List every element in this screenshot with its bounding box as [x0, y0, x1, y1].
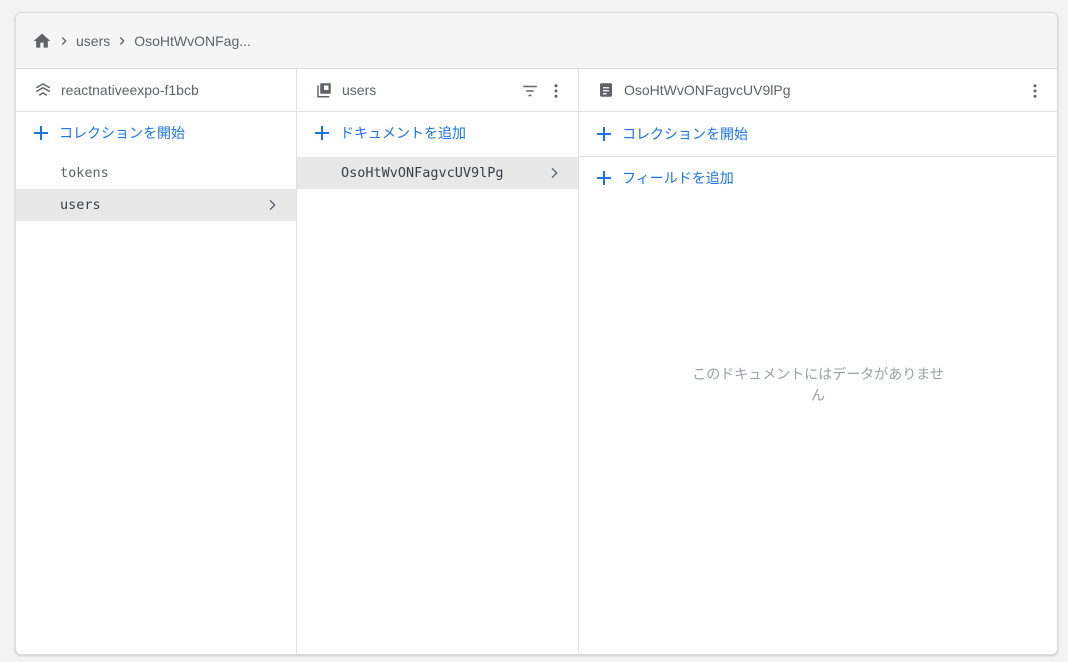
collection-column: users ドキュメントを追加 OsoHtWvONFagvcUV9lPg: [297, 69, 579, 654]
chevron-right-icon: [52, 31, 76, 51]
chevron-right-icon: [544, 163, 564, 183]
firestore-data-panel: users OsoHtWvONFag... reactnativeexpo-f1…: [15, 12, 1058, 655]
root-column-header: reactnativeexpo-f1bcb: [16, 69, 296, 112]
chevron-right-icon: [110, 31, 134, 51]
more-vert-icon[interactable]: [1025, 81, 1045, 101]
list-item-label: tokens: [60, 165, 109, 181]
start-collection-label: コレクションを開始: [59, 125, 185, 141]
list-item-users[interactable]: users: [16, 189, 296, 221]
more-vert-icon[interactable]: [546, 81, 566, 101]
collection-list: tokens users: [16, 154, 296, 221]
empty-document-message: このドキュメントにはデータがありません: [692, 366, 944, 403]
list-item-label: users: [60, 197, 101, 213]
plus-icon: [314, 125, 330, 141]
collection-icon: [314, 80, 334, 100]
plus-icon: [33, 125, 49, 141]
add-field-button[interactable]: フィールドを追加: [579, 157, 1057, 199]
collection-header-actions: [520, 69, 566, 112]
breadcrumb-item-users[interactable]: users: [76, 33, 110, 49]
add-document-label: ドキュメントを追加: [340, 125, 466, 141]
breadcrumb-item-document[interactable]: OsoHtWvONFag...: [134, 33, 251, 49]
document-column: OsoHtWvONFagvcUV9lPg コレクションを開始 フィールドを追加: [579, 69, 1057, 654]
panel-columns: reactnativeexpo-f1bcb コレクションを開始 tokens u…: [16, 69, 1057, 654]
start-subcollection-label: コレクションを開始: [622, 126, 748, 142]
plus-icon: [596, 170, 612, 186]
document-icon: [596, 80, 616, 100]
start-collection-button[interactable]: コレクションを開始: [16, 112, 296, 154]
filter-icon[interactable]: [520, 81, 540, 101]
home-icon[interactable]: [32, 31, 52, 51]
document-title: OsoHtWvONFagvcUV9lPg: [624, 82, 791, 98]
list-item-document[interactable]: OsoHtWvONFagvcUV9lPg: [297, 157, 578, 189]
breadcrumb: users OsoHtWvONFag...: [16, 13, 1057, 69]
document-header-actions: [1025, 69, 1045, 112]
chevron-right-icon: [262, 195, 282, 215]
root-column: reactnativeexpo-f1bcb コレクションを開始 tokens u…: [16, 69, 297, 654]
collection-column-header: users: [297, 69, 578, 112]
project-title: reactnativeexpo-f1bcb: [61, 82, 199, 98]
document-column-header: OsoHtWvONFagvcUV9lPg: [579, 69, 1057, 112]
plus-icon: [596, 126, 612, 142]
firestore-layers-icon: [33, 80, 53, 100]
list-item-label: OsoHtWvONFagvcUV9lPg: [341, 165, 504, 181]
add-field-label: フィールドを追加: [622, 170, 734, 186]
start-subcollection-button[interactable]: コレクションを開始: [579, 112, 1057, 157]
collection-title: users: [342, 82, 377, 98]
document-list: OsoHtWvONFagvcUV9lPg: [297, 154, 578, 189]
list-item-tokens[interactable]: tokens: [16, 157, 296, 189]
add-document-button[interactable]: ドキュメントを追加: [297, 112, 578, 154]
